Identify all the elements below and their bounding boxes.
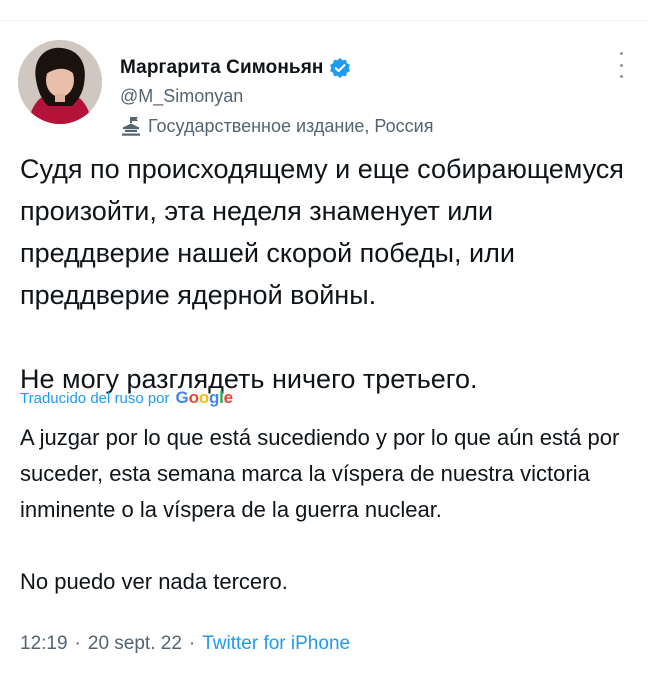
tweet-time[interactable]: 12:19: [20, 633, 68, 655]
tweet-card: Маргарита Симоньян @M_Simonyan Государст…: [0, 0, 648, 680]
more-options-icon[interactable]: [616, 52, 626, 78]
tweet-translated-paragraph: A juzgar por lo que está sucediendo y po…: [20, 425, 620, 522]
affiliation-text: Государственное издание, Россия: [148, 115, 434, 136]
state-affiliation-label[interactable]: Государственное издание, Россия: [120, 114, 433, 138]
meta-separator: ·: [188, 633, 196, 654]
avatar-image: [18, 40, 102, 124]
meta-separator: ·: [74, 633, 81, 654]
avatar[interactable]: [18, 40, 102, 124]
state-media-flag-icon: [122, 117, 140, 136]
top-divider: [0, 20, 648, 21]
tweet-source-link[interactable]: Twitter for iPhone: [202, 633, 350, 655]
translation-attribution[interactable]: Traducido del ruso por Google: [20, 386, 233, 410]
tweet-original-paragraph: Судя по происходящему и еще собирающемус…: [20, 154, 624, 310]
author-handle[interactable]: @M_Simonyan: [120, 86, 243, 107]
translation-label: Traducido del ruso por: [20, 389, 170, 407]
tweet-date[interactable]: 20 sept. 22: [88, 633, 182, 655]
author-name-row[interactable]: Маргарита Симоньян: [120, 55, 351, 81]
verified-badge-icon: [330, 58, 351, 78]
google-logo: Google: [175, 388, 234, 407]
tweet-translated-text: A juzgar por lo que está sucediendo y po…: [20, 420, 630, 600]
tweet-original-text: Судя по происходящему и еще собирающемус…: [20, 148, 630, 400]
tweet-metadata: 12:19 · 20 sept. 22 · Twitter for iPhone: [20, 631, 350, 657]
author-display-name[interactable]: Маргарита Симоньян: [120, 57, 323, 79]
tweet-translated-paragraph: No puedo ver nada tercero.: [20, 569, 288, 594]
